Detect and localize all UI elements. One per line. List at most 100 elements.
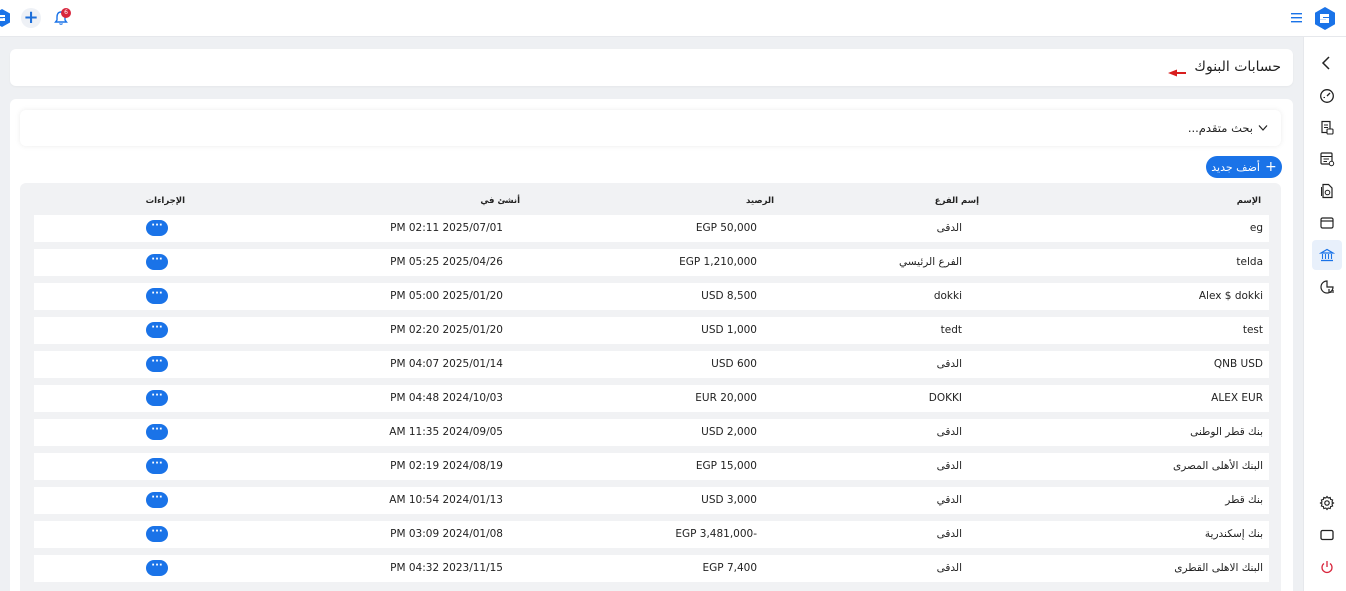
- cell-balance: USD 2,000: [701, 426, 757, 438]
- power-icon: [1321, 561, 1333, 574]
- cell-created-at: PM 05:00 2025/01/20: [390, 290, 503, 302]
- table-row[interactable]: بنك قطر الوطنى الدقى USD 2,000 AM 11:35 202…: [34, 419, 1269, 446]
- table-row[interactable]: telda الفرع الرئيسي EGP 1,210,000 PM 05:25 …: [34, 249, 1269, 276]
- sidebar-item-dashboard[interactable]: [1312, 81, 1342, 111]
- row-actions-button[interactable]: ···: [146, 390, 168, 406]
- column-header-name[interactable]: الإسم: [1237, 196, 1261, 206]
- row-actions-button[interactable]: ···: [146, 424, 168, 440]
- sidebar-item-banks[interactable]: [1312, 240, 1342, 270]
- wallet-icon: [1320, 217, 1334, 229]
- reports-chart-icon: [1320, 280, 1334, 294]
- cell-created-at: PM 04:48 2024/10/03: [390, 392, 503, 404]
- table-row[interactable]: بنك قطر الدقي USD 3,000 AM 10:54 2024/01/13…: [34, 487, 1269, 514]
- invoice-icon: [1321, 120, 1334, 135]
- column-header-branch[interactable]: إسم الفرع: [935, 196, 979, 206]
- sidebar-collapse[interactable]: [1312, 48, 1342, 78]
- plus-icon: +: [1264, 159, 1277, 175]
- cell-created-at: AM 10:54 2024/01/13: [389, 494, 503, 506]
- logo-icon[interactable]: [0, 9, 10, 27]
- cell-name: telda: [1236, 256, 1263, 268]
- bank-icon: [1319, 248, 1335, 262]
- table-row[interactable]: بنك إسكندرية الدقى EGP 3,481,000- PM 03:09 …: [34, 521, 1269, 548]
- top-bar: + 6: [0, 0, 1346, 37]
- sidebar-item-logout[interactable]: [1312, 552, 1342, 582]
- cell-created-at: PM 02:20 2025/01/20: [390, 324, 503, 336]
- sidebar-item-wallet[interactable]: [1312, 208, 1342, 238]
- cell-branch: DOKKI: [928, 392, 962, 404]
- cell-branch: dokki: [933, 290, 962, 302]
- add-new-button[interactable]: + أضف جديد: [1206, 156, 1282, 178]
- cell-created-at: PM 03:09 2024/01/08: [390, 528, 503, 540]
- cell-name: بنك قطر الوطنى: [1190, 426, 1263, 438]
- add-new-label: أضف جديد: [1211, 160, 1260, 174]
- cell-created-at: PM 02:19 2024/08/19: [390, 460, 503, 472]
- cell-balance: EGP 15,000: [695, 460, 757, 472]
- table-row[interactable]: البنك الاهلى القطرى الدقى EGP 7,400 PM 04:3…: [34, 555, 1269, 582]
- cell-name: test: [1242, 324, 1263, 336]
- ledger-icon: [1320, 152, 1335, 167]
- bank-accounts-table: الإسم إسم الفرع الرصيد أنشئ في الإجراءات…: [20, 183, 1281, 591]
- screen-icon: [1320, 529, 1334, 541]
- quick-add-button[interactable]: +: [21, 8, 41, 28]
- column-header-balance[interactable]: الرصيد: [746, 196, 774, 206]
- sidebar-item-documents[interactable]: [1312, 176, 1342, 206]
- column-header-created-at[interactable]: أنشئ في: [480, 196, 520, 206]
- row-actions-button[interactable]: ···: [146, 220, 168, 236]
- menu-icon[interactable]: [1291, 12, 1302, 23]
- cell-balance: USD 8,500: [701, 290, 757, 302]
- cell-created-at: PM 05:25 2025/04/26: [390, 256, 503, 268]
- cell-name: البنك الأهلى المصرى: [1173, 460, 1263, 472]
- cell-created-at: PM 02:11 2025/07/01: [390, 222, 503, 234]
- cell-branch: tedt: [940, 324, 962, 336]
- row-actions-button[interactable]: ···: [146, 560, 168, 576]
- settings-gear-icon: [1319, 495, 1335, 511]
- main-content: بحث متقدم... + أضف جديد الإسم إسم الفرع …: [10, 99, 1293, 591]
- row-actions-button[interactable]: ···: [146, 356, 168, 372]
- table-row[interactable]: البنك الأهلى المصرى الدقى EGP 15,000 PM 02:…: [34, 453, 1269, 480]
- row-actions-button[interactable]: ···: [146, 254, 168, 270]
- cell-balance: USD 600: [711, 358, 757, 370]
- cell-created-at: PM 04:32 2023/11/15: [390, 562, 503, 574]
- cell-name: ALEX EUR: [1211, 392, 1263, 404]
- table-row[interactable]: QNB USD الدقى USD 600 PM 04:07 2025/01/14 ··…: [34, 351, 1269, 378]
- cell-created-at: PM 04:07 2025/01/14: [390, 358, 503, 370]
- cell-balance: EGP 7,400: [702, 562, 758, 574]
- cell-branch: الدقي: [936, 494, 962, 506]
- brand-logo-icon[interactable]: [1315, 7, 1335, 30]
- cell-balance: USD 1,000: [701, 324, 757, 336]
- cell-branch: الفرع الرئيسي: [899, 256, 962, 268]
- cell-name: بنك إسكندرية: [1204, 528, 1263, 540]
- sidebar-item-screen[interactable]: [1312, 520, 1342, 550]
- row-actions-button[interactable]: ···: [146, 492, 168, 508]
- row-actions-button[interactable]: ···: [146, 526, 168, 542]
- cell-branch: الدقى: [936, 460, 962, 472]
- column-header-actions: الإجراءات: [145, 196, 185, 206]
- cell-branch: الدقى: [936, 426, 962, 438]
- cell-balance: EGP 50,000: [695, 222, 757, 234]
- advanced-search-toggle[interactable]: بحث متقدم...: [20, 110, 1281, 146]
- cell-balance: USD 3,000: [701, 494, 757, 506]
- table-row[interactable]: test tedt USD 1,000 PM 02:20 2025/01/20 ···: [34, 317, 1269, 344]
- chevron-down-icon: [1258, 125, 1268, 131]
- cell-balance: EGP 1,210,000: [679, 256, 757, 268]
- row-actions-button[interactable]: ···: [146, 288, 168, 304]
- cell-name: بنك قطر: [1225, 494, 1263, 506]
- cell-branch: الدقى: [936, 358, 962, 370]
- table-row[interactable]: eg الدقى EGP 50,000 PM 02:11 2025/07/01 ···: [34, 215, 1269, 242]
- cell-balance: EUR 20,000: [695, 392, 757, 404]
- sidebar-item-settings[interactable]: [1312, 488, 1342, 518]
- cell-name: QNB USD: [1213, 358, 1263, 370]
- advanced-search-label: بحث متقدم...: [1187, 121, 1253, 135]
- table-row[interactable]: ALEX EUR DOKKI EUR 20,000 PM 04:48 2024/10/…: [34, 385, 1269, 412]
- cell-name: البنك الاهلى القطرى: [1174, 562, 1263, 574]
- sidebar-item-ledger[interactable]: [1312, 144, 1342, 174]
- row-actions-button[interactable]: ···: [146, 322, 168, 338]
- table-row[interactable]: Alex $ dokki dokki USD 8,500 PM 05:00 2025/…: [34, 283, 1269, 310]
- row-actions-button[interactable]: ···: [146, 458, 168, 474]
- sidebar-item-invoices[interactable]: [1312, 113, 1342, 143]
- notification-badge: 6: [61, 8, 71, 18]
- cell-branch: الدقى: [936, 222, 962, 234]
- page-title: حسابات البنوك: [1194, 59, 1281, 75]
- dashboard-gauge-icon: [1320, 89, 1334, 103]
- sidebar-item-reports[interactable]: [1312, 272, 1342, 302]
